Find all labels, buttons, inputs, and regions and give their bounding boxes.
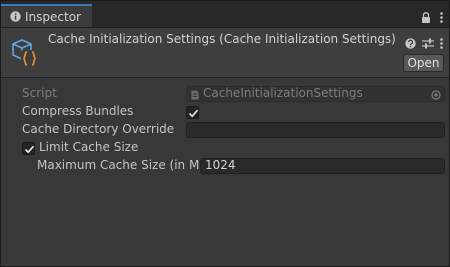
- scriptable-object-icon: [9, 37, 41, 69]
- inspector-window: Inspector Cache Initialization Settings …: [0, 0, 450, 267]
- maximum-cache-size-input[interactable]: 1024: [200, 158, 445, 174]
- script-label: Script: [22, 86, 57, 100]
- maximum-cache-size-label: Maximum Cache Size (in MB): [37, 158, 213, 172]
- open-button[interactable]: Open: [403, 54, 444, 72]
- properties-panel: Script CacheInitializationSettings Compr…: [1, 78, 449, 266]
- cache-directory-override-label: Cache Directory Override: [22, 122, 175, 136]
- script-field: CacheInitializationSettings: [186, 86, 445, 102]
- tab-bar: Inspector: [1, 1, 449, 28]
- compress-bundles-label: Compress Bundles: [22, 104, 134, 118]
- object-picker-icon: [431, 89, 441, 103]
- property-row-script: Script CacheInitializationSettings: [1, 85, 449, 103]
- script-file-icon: [191, 89, 199, 103]
- more-vertical-icon[interactable]: [440, 8, 443, 27]
- checkmark-icon: [188, 109, 199, 118]
- tab-inspector[interactable]: Inspector: [1, 4, 92, 27]
- settings-sliders-icon[interactable]: [422, 34, 434, 53]
- header-title: Cache Initialization Settings (Cache Ini…: [48, 32, 396, 46]
- inspector-header: Cache Initialization Settings (Cache Ini…: [1, 28, 449, 78]
- checkmark-icon: [24, 145, 35, 154]
- info-icon: [10, 11, 21, 22]
- limit-cache-size-checkbox[interactable]: [22, 142, 35, 155]
- compress-bundles-checkbox[interactable]: [186, 106, 199, 119]
- property-row-compress-bundles: Compress Bundles: [1, 103, 449, 121]
- limit-cache-size-label: Limit Cache Size: [39, 140, 139, 154]
- lock-icon[interactable]: [421, 8, 431, 27]
- script-value: CacheInitializationSettings: [203, 86, 363, 100]
- property-row-cache-directory-override: Cache Directory Override: [1, 121, 449, 139]
- more-vertical-icon[interactable]: [440, 34, 443, 53]
- property-row-maximum-cache-size: Maximum Cache Size (in MB) 1024: [1, 157, 449, 175]
- tab-label: Inspector: [25, 9, 81, 24]
- cache-directory-override-input[interactable]: [186, 122, 445, 138]
- property-row-limit-cache-size: Limit Cache Size: [1, 139, 449, 157]
- help-icon[interactable]: [405, 34, 416, 53]
- maximum-cache-size-value: 1024: [205, 158, 236, 172]
